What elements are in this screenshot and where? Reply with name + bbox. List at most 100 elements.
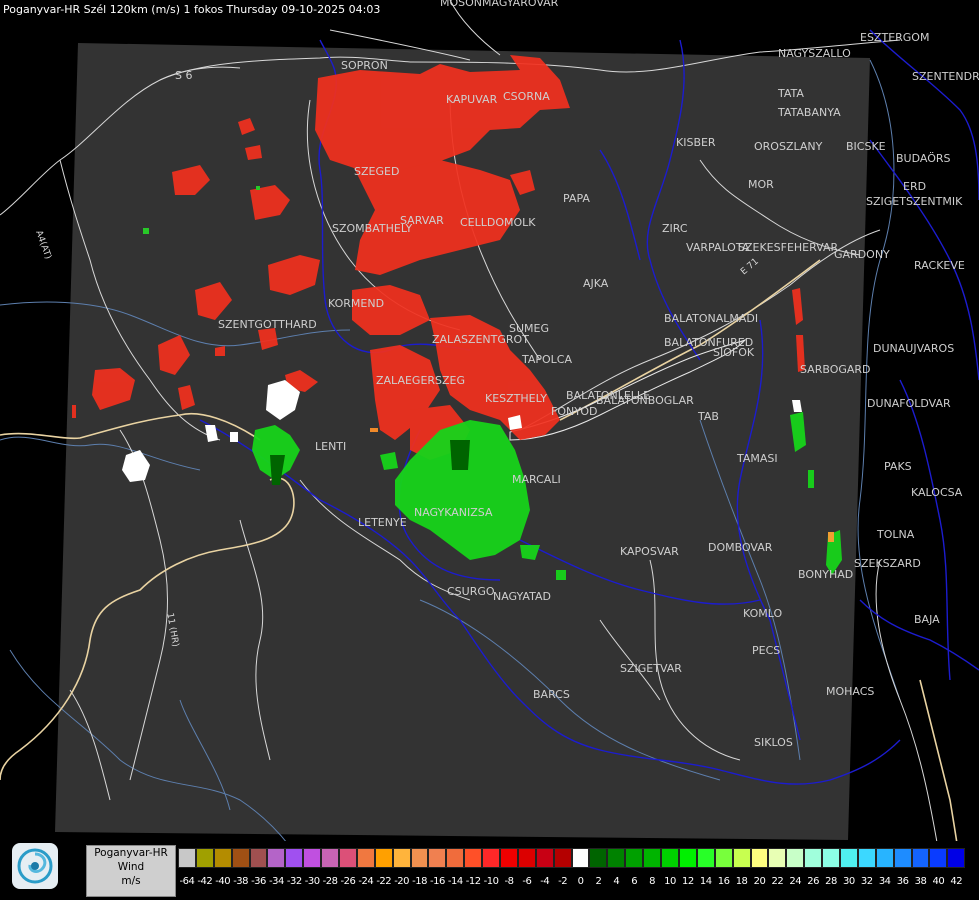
city-label: KOMLO	[743, 607, 783, 620]
legend-tick-label: 14	[699, 876, 712, 887]
legend-swatch	[786, 848, 805, 868]
city-label: TATA	[778, 87, 804, 100]
legend-tick-label: -28	[322, 876, 338, 887]
city-label: DUNAFOLDVAR	[867, 397, 951, 410]
city-label: SARBOGARD	[800, 363, 871, 376]
legend-ticks: -64 -42 -40 -38 -36 -34 -32 -30 -28 -26 -24 -22 -20-…	[178, 876, 965, 890]
legend-tick-label: -4	[540, 876, 550, 887]
city-label: CELLDOMOLK	[460, 216, 536, 229]
legend-swatch	[875, 848, 894, 868]
legend-title-box: Poganyvar-HR Wind m/s	[86, 845, 176, 897]
map-title: Poganyvar-HR Szél 120km (m/s) 1 fokos Th…	[3, 3, 381, 16]
city-label: MOSONMAGYARÓVÁR	[440, 0, 559, 9]
city-label: SZEKSZARD	[854, 557, 921, 570]
city-label: ERD	[903, 180, 927, 193]
legend-swatch	[553, 848, 572, 868]
legend-tick-label: -14	[447, 876, 463, 887]
legend-tick-label: -8	[504, 876, 514, 887]
legend-unit: m/s	[121, 875, 141, 887]
legend-tick-label: 38	[914, 876, 927, 887]
legend-tick-label: 20	[753, 876, 766, 887]
city-label: KALOCSA	[911, 486, 963, 499]
city-label: SZENTGOTTHARD	[218, 318, 317, 331]
legend-swatch	[625, 848, 644, 868]
city-label: BARCS	[533, 688, 570, 701]
legend-swatch	[804, 848, 823, 868]
city-label: GARDONY	[834, 248, 890, 261]
city-label: KISBER	[676, 136, 716, 149]
legend-swatch	[714, 848, 733, 868]
city-label: ZALASZENTGROT	[432, 333, 529, 346]
city-label: MOHACS	[826, 685, 875, 698]
city-label: DOMBOVAR	[708, 541, 773, 554]
city-label: ESZTERGOM	[860, 31, 930, 44]
legend-swatch	[500, 848, 518, 868]
legend-quantity: Wind	[117, 861, 145, 873]
city-label: TOLNA	[877, 528, 915, 541]
legend-tick-label: -12	[465, 876, 481, 887]
city-label: S 6	[175, 69, 193, 82]
legend-swatch	[249, 848, 268, 868]
city-label: SZEGED	[354, 165, 400, 178]
legend-tick-label: -42	[197, 876, 213, 887]
city-label: BONYHAD	[798, 568, 854, 581]
city-label: ZIRC	[662, 222, 688, 235]
legend-swatch	[195, 848, 214, 868]
legend-tick-label: 16	[717, 876, 730, 887]
legend-swatch	[374, 848, 393, 868]
city-label: BALATONBOGLAR	[596, 394, 694, 407]
legend-swatch	[213, 848, 232, 868]
legend-tick-label: -26	[340, 876, 356, 887]
city-label: ZALAEGERSZEG	[376, 374, 466, 387]
legend-name: Poganyvar-HR	[94, 847, 168, 859]
city-label: TAB	[698, 410, 719, 423]
legend-swatch	[839, 848, 858, 868]
city-label: MOR	[748, 178, 774, 191]
swirl-logo-icon	[12, 843, 58, 889]
legend-tick-label: -40	[215, 876, 231, 887]
city-label: CSURGO	[447, 585, 495, 598]
city-label: TAMASI	[737, 452, 778, 465]
legend-swatch	[750, 848, 769, 868]
legend-tick-label: 34	[878, 876, 891, 887]
city-label: NAGYATAD	[493, 590, 551, 603]
city-label: SZEKESFEHERVAR	[738, 241, 839, 254]
legend-swatch	[571, 848, 590, 868]
city-label: KORMEND	[328, 297, 385, 310]
city-label: MARCALI	[512, 473, 561, 486]
legend-swatch	[464, 848, 483, 868]
legend-swatch	[768, 848, 787, 868]
legend-tick-label: -24	[358, 876, 374, 887]
legend-swatch	[231, 848, 250, 868]
legend-tick-label: 40	[932, 876, 945, 887]
city-label: BAJA	[914, 613, 940, 626]
city-label: KAPOSVAR	[620, 545, 679, 558]
legend-tick-label: -18	[412, 876, 427, 887]
legend-swatch	[732, 848, 751, 868]
legend-swatch	[893, 848, 912, 868]
legend-tick-label: 6	[631, 876, 638, 887]
city-label: RACKEVE	[914, 259, 965, 272]
city-label: DUNAUJVAROS	[873, 342, 955, 355]
legend-tick-label: 30	[843, 876, 855, 887]
legend-tick-label: -16	[429, 876, 445, 887]
legend-swatch	[178, 848, 196, 868]
city-label: TATABANYA	[778, 106, 841, 119]
legend-swatch	[607, 848, 626, 868]
city-label: LENTI	[315, 440, 347, 453]
legend-swatch	[911, 848, 930, 868]
legend-swatch	[947, 848, 966, 868]
city-label: SOPRON	[341, 59, 388, 72]
legend-swatch	[428, 848, 447, 868]
legend-swatch	[696, 848, 715, 868]
city-label: SIOFOK	[713, 346, 755, 359]
city-label: NAGYSZALLO	[778, 47, 851, 60]
legend-tick-label: -6	[522, 876, 532, 887]
city-label: BICSKE	[846, 140, 886, 153]
city-label: OROSZLANY	[754, 140, 823, 153]
city-label: TAPOLCA	[522, 353, 573, 366]
legend-swatch	[392, 848, 411, 868]
legend-swatch	[678, 848, 697, 868]
legend-tick-label: 18	[735, 876, 748, 887]
city-label: SIKLOS	[754, 736, 793, 749]
